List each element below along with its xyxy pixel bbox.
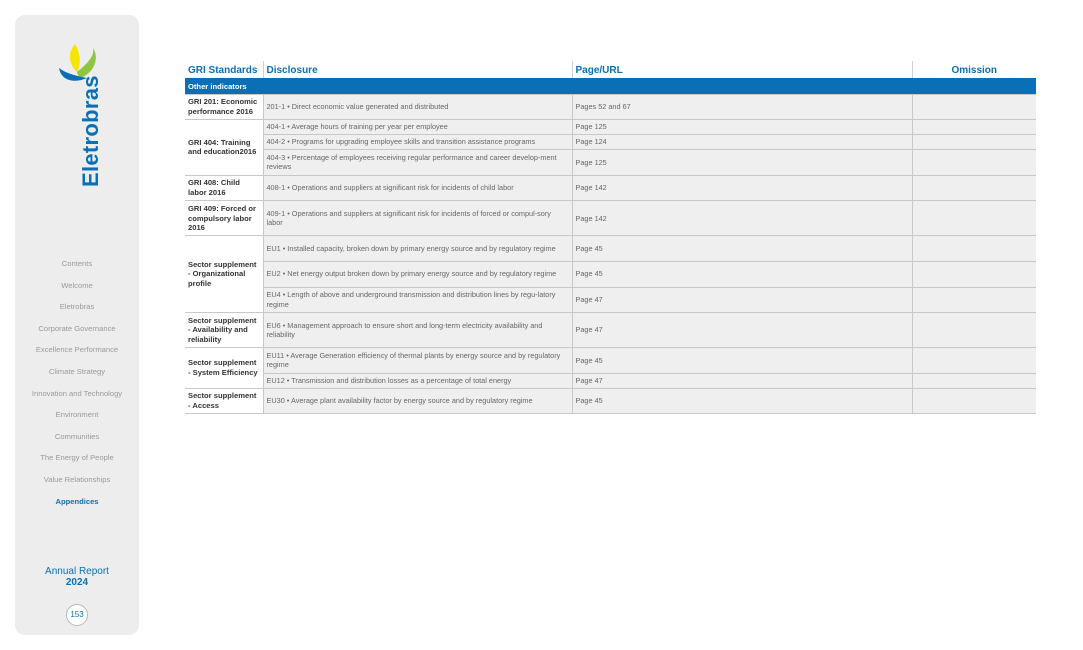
annual-report-title: Annual Report — [45, 566, 109, 577]
page-url-cell: Page 47 — [572, 312, 913, 349]
disclosure-cell: EU4 • Length of above and underground tr… — [263, 287, 573, 314]
gri-standard-cell: GRI 408: Child labor 2016 — [185, 175, 264, 202]
page-url-cell: Page 125 — [572, 149, 913, 176]
table-row: EU2 • Net energy output broken down by p… — [185, 261, 1036, 288]
table-row: 404-3 • Percentage of employees receivin… — [185, 149, 1036, 176]
page-url-cell: Page 47 — [572, 373, 913, 389]
disclosure-cell: 201-1 • Direct economic value generated … — [263, 94, 573, 121]
table-row: GRI 201: Economic performance 2016 201-1 … — [185, 94, 1036, 121]
header-disclosure: Disclosure — [262, 61, 572, 80]
table-row: Sector supplement - System Efficiency EU1… — [185, 347, 1036, 389]
omission-cell — [912, 312, 1036, 349]
omission-cell — [912, 261, 1036, 288]
table-row: EU4 • Length of above and underground tr… — [185, 287, 1036, 314]
gri-index-table: GRI Standards Disclosure Page/URL Omissi… — [185, 61, 1036, 415]
disclosure-cell: EU11 • Average Generation efficiency of … — [263, 347, 573, 374]
table-row: Sector supplement - Availability and rel… — [185, 312, 1036, 349]
page-url-cell: Page 45 — [572, 347, 913, 374]
sidebar: Eletrobras Contents Welcome Eletrobras Corp… — [15, 15, 139, 635]
page-number-badge: 153 — [66, 604, 88, 626]
annual-report-year: 2024 — [65, 577, 89, 588]
omission-cell — [912, 134, 1036, 151]
gri-standard-cell: GRI 404: Training and education2016 — [185, 119, 264, 176]
sidebar-item-corporate-governance[interactable]: Corporate Governance — [15, 318, 139, 340]
page-url-cell: Page 45 — [572, 235, 913, 262]
section-row: Other indicators — [185, 79, 1036, 95]
page-url-cell: Page 125 — [572, 119, 913, 136]
disclosure-cell: 404-2 • Programs for upgrading employee … — [263, 134, 573, 151]
brand-wordmark: Eletrobras — [78, 75, 103, 187]
sidebar-item-innovation-and-technology[interactable]: Innovation and Technology — [15, 383, 139, 405]
header-gri-standards: GRI Standards — [185, 61, 263, 80]
disclosure-cell: 409-1 • Operations and suppliers at sign… — [263, 200, 573, 237]
omission-cell — [912, 94, 1036, 121]
sidebar-item-value-relationships[interactable]: Value Relationships — [15, 469, 139, 491]
table-row: GRI 404: Training and education2016 404-1… — [185, 119, 1036, 176]
disclosure-cell: EU30 • Average plant availability factor… — [263, 388, 573, 415]
sidebar-item-communities[interactable]: Communities — [15, 426, 139, 448]
omission-cell — [912, 287, 1036, 314]
omission-cell — [912, 200, 1036, 237]
gri-standard-cell: GRI 201: Economic performance 2016 — [185, 94, 264, 121]
gri-standard-cell: GRI 409: Forced or compulsory labor 2016 — [185, 200, 264, 237]
sidebar-item-environment[interactable]: Environment — [15, 404, 139, 426]
sidebar-item-the-energy-of-people[interactable]: The Energy of People — [15, 447, 139, 469]
header-page-url: Page/URL — [571, 61, 912, 80]
disclosure-cell: EU1 • Installed capacity, broken down by… — [263, 235, 573, 262]
table-header-row: GRI Standards Disclosure Page/URL Omissi… — [185, 61, 1036, 80]
omission-cell — [912, 373, 1036, 389]
sidebar-nav: Contents Welcome Eletrobras Corporate Gover… — [15, 253, 139, 512]
gri-standard-cell: Sector supplement - Access — [185, 388, 264, 415]
omission-cell — [912, 388, 1036, 415]
table-body: Other indicators GRI 201: Economic perfo… — [185, 79, 1036, 415]
annual-report-label: Annual Report 2024 — [15, 566, 139, 588]
sidebar-item-excellence-performance[interactable]: Excellence Performance — [15, 339, 139, 361]
omission-cell — [912, 175, 1036, 202]
table-row: GRI 408: Child labor 2016 408-1 • Operati… — [185, 175, 1036, 202]
page-url-cell: Page 124 — [572, 134, 913, 151]
table-row: 404-2 • Programs for upgrading employee … — [185, 134, 1036, 151]
gri-standard-cell: Sector supplement - Organizational profi… — [185, 235, 264, 314]
disclosure-cell: 408-1 • Operations and suppliers at sign… — [263, 175, 573, 202]
sidebar-item-welcome[interactable]: Welcome — [15, 275, 139, 297]
omission-cell — [912, 119, 1036, 136]
disclosure-cell: 404-1 • Average hours of training per ye… — [263, 119, 573, 136]
table-row: Sector supplement - Organizational profi… — [185, 235, 1036, 314]
page-url-cell: Page 142 — [572, 200, 913, 237]
disclosure-cell: EU2 • Net energy output broken down by p… — [263, 261, 573, 288]
page-url-cell: Page 45 — [572, 388, 913, 415]
omission-cell — [912, 347, 1036, 374]
omission-cell — [912, 235, 1036, 262]
table-row: EU12 • Transmission and distribution los… — [185, 373, 1036, 389]
gri-standard-cell: Sector supplement - System Efficiency — [185, 347, 264, 389]
page-url-cell: Page 142 — [572, 175, 913, 202]
disclosure-cell: EU6 • Management approach to ensure shor… — [263, 312, 573, 349]
sidebar-item-eletrobras[interactable]: Eletrobras — [15, 296, 139, 318]
gri-standard-cell: Sector supplement - Availability and rel… — [185, 312, 264, 349]
header-omission: Omission — [911, 61, 1036, 80]
disclosure-cell: EU12 • Transmission and distribution los… — [263, 373, 573, 389]
page-url-cell: Pages 52 and 67 — [572, 94, 913, 121]
sidebar-item-climate-strategy[interactable]: Climate Strategy — [15, 361, 139, 383]
page-url-cell: Page 45 — [572, 261, 913, 288]
disclosure-cell: 404-3 • Percentage of employees receivin… — [263, 149, 573, 176]
table-row: GRI 409: Forced or compulsory labor 2016… — [185, 200, 1036, 237]
table-row: Sector supplement - Access EU30 • Average… — [185, 388, 1036, 415]
sidebar-item-appendices[interactable]: Appendices — [15, 491, 139, 513]
page-url-cell: Page 47 — [572, 287, 913, 314]
sidebar-item-contents[interactable]: Contents — [15, 253, 139, 275]
section-title: Other indicators — [185, 79, 1036, 95]
omission-cell — [912, 149, 1036, 176]
